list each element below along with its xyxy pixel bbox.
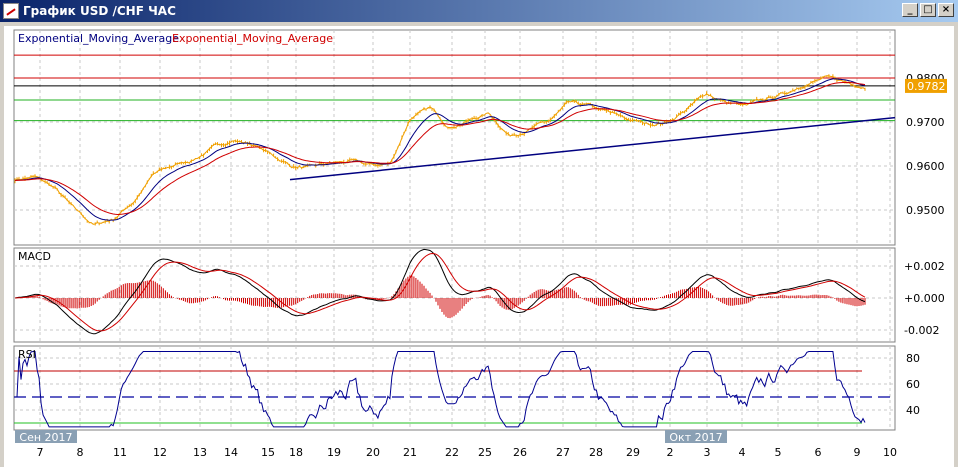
macd-tick-label: -0.002 — [904, 324, 939, 337]
x-tick-label: 11 — [113, 446, 127, 459]
x-tick-label: 18 — [289, 446, 303, 459]
x-tick-label: 28 — [589, 446, 603, 459]
x-tick-label: 7 — [37, 446, 44, 459]
x-tick-label: 4 — [739, 446, 746, 459]
panel-2 — [13, 345, 896, 431]
rsi-tick-label: 60 — [906, 378, 920, 391]
price-tick-label: 0.9500 — [906, 204, 945, 217]
x-tick-label: 19 — [327, 446, 341, 459]
price-tick-label: 0.9600 — [906, 160, 945, 173]
rsi-tick-label: 80 — [906, 352, 920, 365]
x-tick-label: 5 — [775, 446, 782, 459]
last-price-label: 0.9782 — [907, 80, 946, 93]
x-tick-label: 25 — [478, 446, 492, 459]
x-tick-label: 13 — [193, 446, 207, 459]
x-tick-label: 20 — [366, 446, 380, 459]
panel-0 — [13, 29, 896, 246]
legend-ema-fast: Exponential_Moving_Average — [18, 32, 179, 45]
x-tick-label: 2 — [667, 446, 674, 459]
x-tick-label: 10 — [883, 446, 897, 459]
x-tick-label: 9 — [854, 446, 861, 459]
x-tick-label: 22 — [445, 446, 459, 459]
x-tick-label: 14 — [224, 446, 238, 459]
macd-label: MACD — [18, 250, 51, 263]
month-label: Сен 2017 — [19, 431, 72, 444]
macd-tick-label: +0.002 — [904, 260, 945, 273]
rsi-label: RSI — [18, 348, 36, 361]
x-tick-label: 6 — [815, 446, 822, 459]
x-tick-label: 27 — [556, 446, 570, 459]
rsi-tick-label: 40 — [906, 404, 920, 417]
chart-svg: Exponential_Moving_Average Exponential_M… — [13, 29, 947, 459]
price-tick-label: 0.9700 — [906, 116, 945, 129]
month-label: Окт 2017 — [669, 431, 722, 444]
legend-ema-slow: Exponential_Moving_Average — [172, 32, 333, 45]
x-tick-label: 21 — [403, 446, 417, 459]
macd-tick-label: +0.000 — [904, 292, 945, 305]
x-tick-label: 29 — [626, 446, 640, 459]
x-tick-label: 3 — [704, 446, 711, 459]
x-tick-label: 15 — [261, 446, 275, 459]
x-tick-label: 12 — [153, 446, 167, 459]
x-tick-label: 26 — [513, 446, 527, 459]
x-tick-label: 8 — [77, 446, 84, 459]
